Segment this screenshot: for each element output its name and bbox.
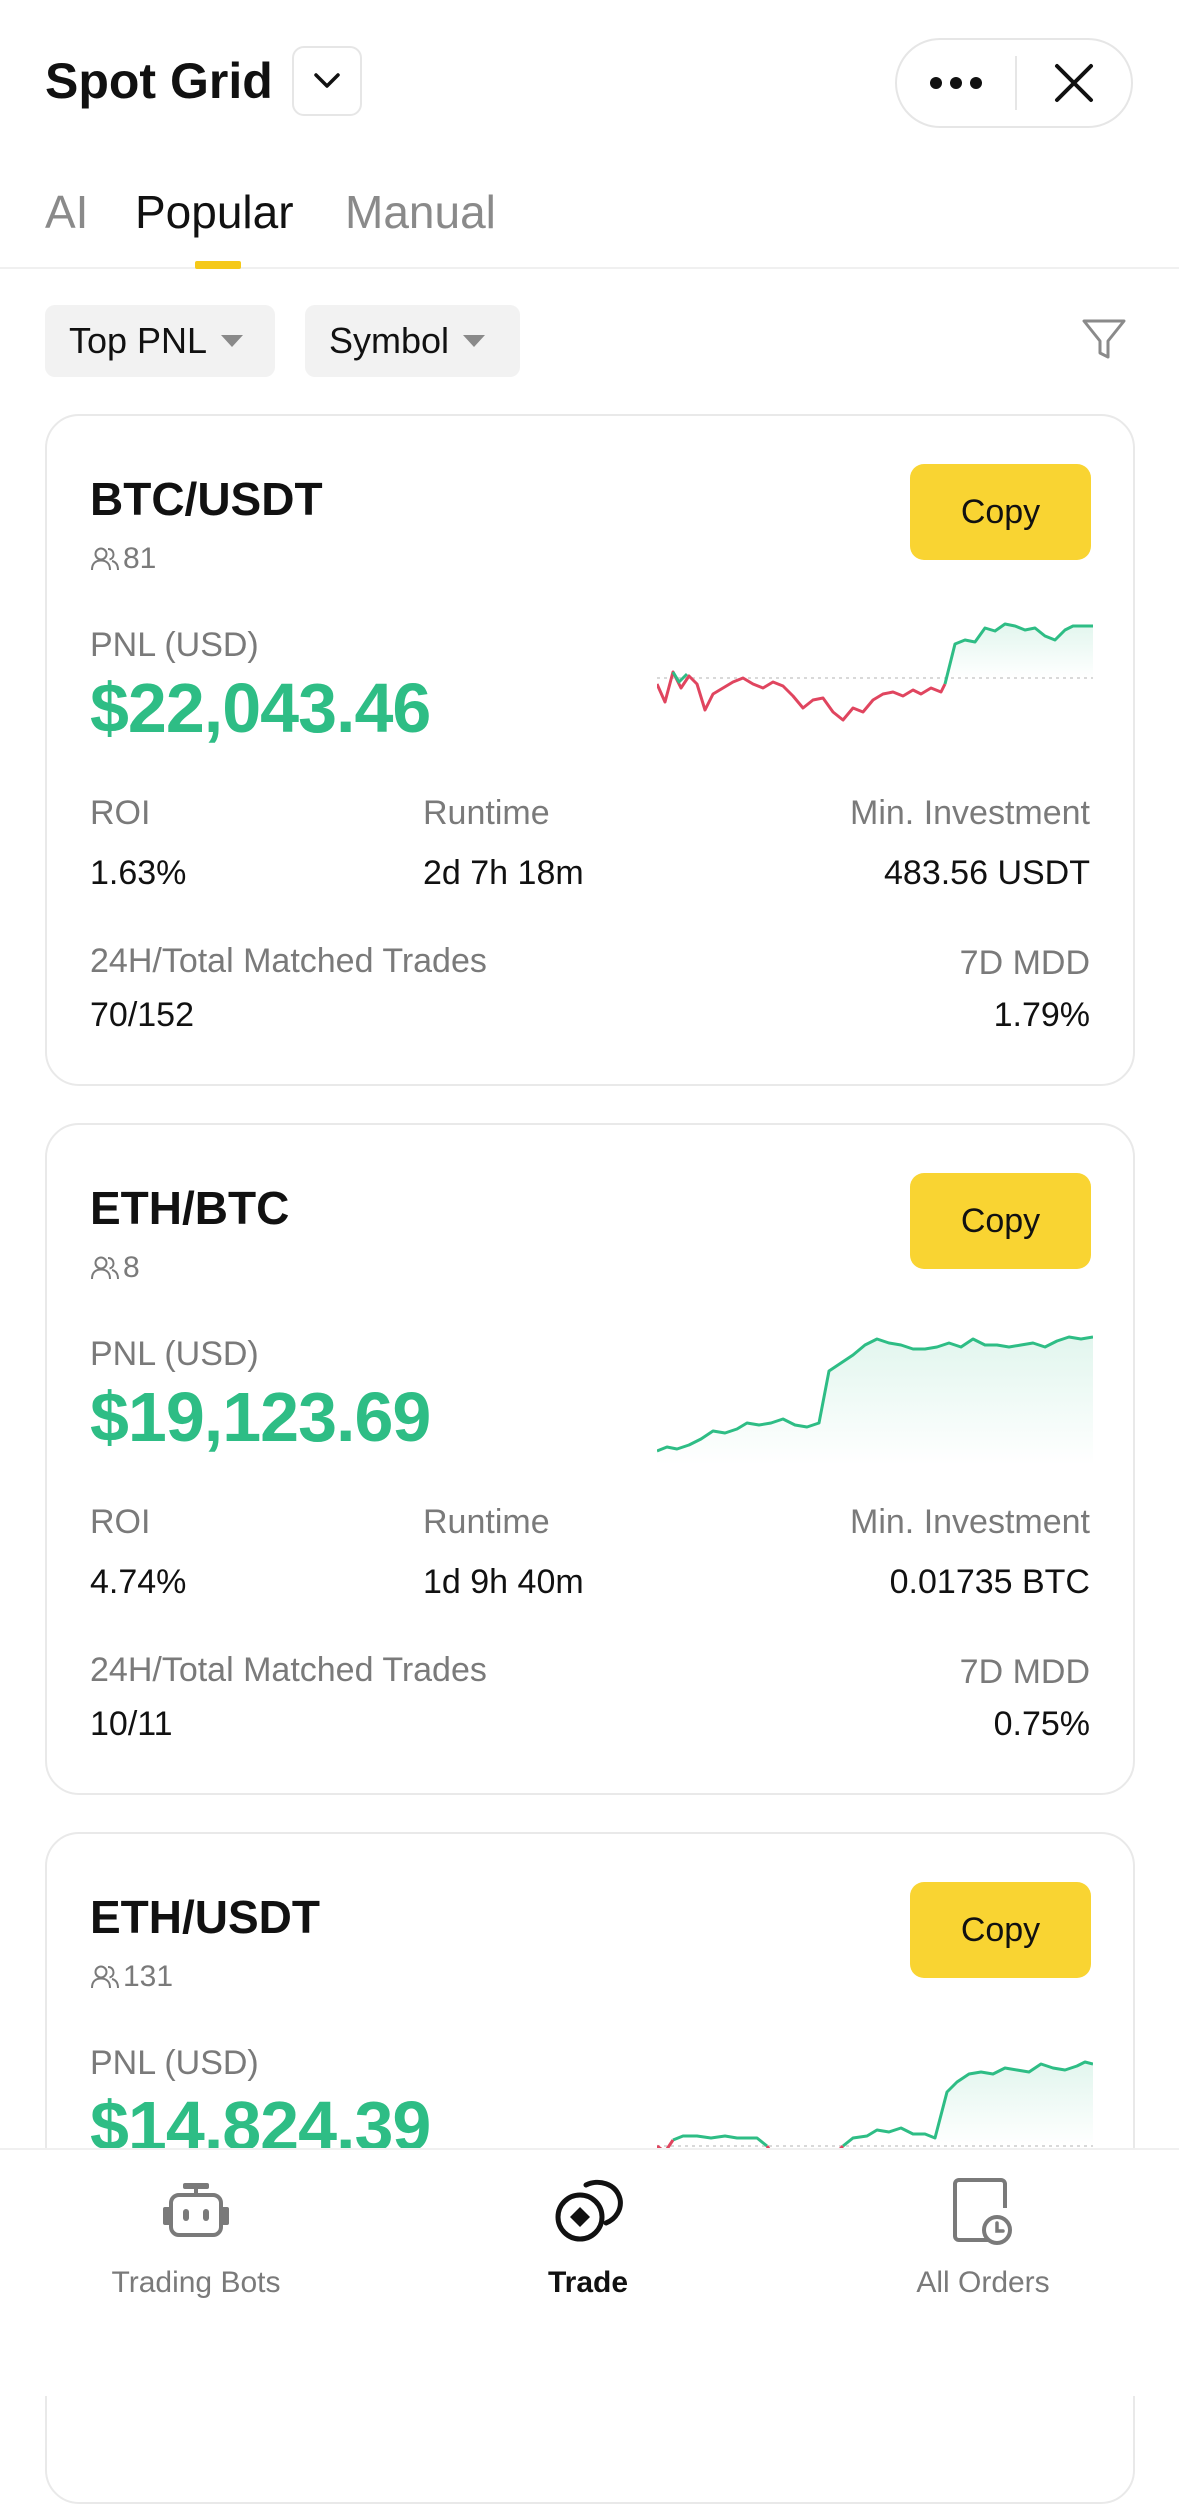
min-investment-label: Min. Investment	[850, 1503, 1090, 1541]
robot-icon	[163, 2183, 229, 2237]
trade-icon	[555, 2179, 623, 2242]
tab-bar: AI Popular Manual	[0, 165, 1179, 269]
copy-button[interactable]: Copy	[910, 464, 1091, 560]
followers-value: 131	[123, 1960, 174, 1993]
followers-count: 8	[90, 1251, 140, 1285]
runtime-label: Runtime	[423, 1503, 550, 1541]
close-button[interactable]	[1017, 40, 1131, 126]
bot-card[interactable]: ETH/BTC 8 Copy PNL (USD) $19,123.69 ROI …	[45, 1123, 1135, 1795]
tab-manual[interactable]: Manual	[345, 185, 496, 239]
symbol-dropdown[interactable]: Symbol	[305, 305, 520, 377]
nav-label: All Orders	[916, 2266, 1050, 2299]
sort-label: Top PNL	[69, 320, 208, 361]
pnl-label: PNL (USD)	[90, 2044, 259, 2082]
roi-value: 1.63%	[90, 854, 187, 892]
bottom-nav: Trading Bots Trade All Orders	[0, 2148, 1179, 2396]
pnl-sparkline	[657, 622, 1093, 722]
copy-button[interactable]: Copy	[910, 1882, 1091, 1978]
more-button[interactable]	[897, 40, 1015, 126]
nav-label: Trade	[547, 2266, 629, 2299]
pnl-sparkline	[657, 1335, 1093, 1465]
roi-value: 4.74%	[90, 1563, 187, 1601]
close-icon	[1055, 64, 1093, 102]
chevron-down-icon	[314, 73, 340, 88]
nav-trade[interactable]: Trade	[438, 2172, 738, 2300]
header: Spot Grid	[0, 0, 1179, 165]
pnl-label: PNL (USD)	[90, 1335, 259, 1373]
title-dropdown-button[interactable]	[292, 46, 362, 116]
more-icon	[930, 77, 982, 89]
users-icon	[91, 547, 119, 571]
users-icon	[91, 1256, 119, 1280]
pnl-value: $22,043.46	[90, 669, 431, 747]
matched-trades-value: 70/152	[90, 996, 194, 1034]
bot-card[interactable]: BTC/USDT 81 Copy PNL (USD) $22,043.46 RO…	[45, 414, 1135, 1086]
caret-down-icon	[463, 335, 486, 347]
nav-label: Trading Bots	[111, 2266, 281, 2299]
min-investment-value: 0.01735 BTC	[889, 1563, 1090, 1601]
runtime-value: 2d 7h 18m	[423, 854, 584, 892]
mdd-value: 1.79%	[993, 996, 1090, 1034]
followers-count: 131	[90, 1960, 173, 1994]
mdd-label: 7D MDD	[959, 1653, 1090, 1691]
mdd-label: 7D MDD	[959, 944, 1090, 982]
followers-count: 81	[90, 542, 156, 576]
users-icon	[91, 1965, 119, 1989]
page-title: Spot Grid	[45, 53, 273, 109]
nav-trading-bots[interactable]: Trading Bots	[46, 2172, 346, 2300]
runtime-label: Runtime	[423, 794, 550, 832]
caret-down-icon	[221, 335, 244, 347]
tab-ai[interactable]: AI	[45, 185, 88, 239]
roi-label: ROI	[90, 794, 151, 832]
filter-icon[interactable]	[1078, 313, 1130, 365]
pair-name: ETH/BTC	[90, 1182, 290, 1234]
pnl-label: PNL (USD)	[90, 626, 259, 664]
followers-value: 8	[123, 1251, 140, 1284]
tab-popular[interactable]: Popular	[135, 185, 294, 239]
roi-label: ROI	[90, 1503, 151, 1541]
nav-all-orders[interactable]: All Orders	[833, 2172, 1133, 2300]
pair-name: ETH/USDT	[90, 1891, 320, 1943]
followers-value: 81	[123, 542, 157, 575]
symbol-label: Symbol	[329, 320, 450, 361]
copy-button[interactable]: Copy	[910, 1173, 1091, 1269]
min-investment-label: Min. Investment	[850, 794, 1090, 832]
mdd-value: 0.75%	[993, 1705, 1090, 1743]
matched-trades-value: 10/11	[90, 1705, 173, 1743]
header-actions	[895, 38, 1133, 128]
matched-trades-label: 24H/Total Matched Trades	[90, 942, 487, 980]
min-investment-value: 483.56 USDT	[884, 854, 1090, 892]
pair-name: BTC/USDT	[90, 473, 323, 525]
orders-icon	[953, 2178, 1012, 2245]
runtime-value: 1d 9h 40m	[423, 1563, 584, 1601]
matched-trades-label: 24H/Total Matched Trades	[90, 1651, 487, 1689]
pnl-value: $19,123.69	[90, 1378, 431, 1456]
active-tab-indicator	[195, 261, 241, 269]
sort-dropdown[interactable]: Top PNL	[45, 305, 275, 377]
